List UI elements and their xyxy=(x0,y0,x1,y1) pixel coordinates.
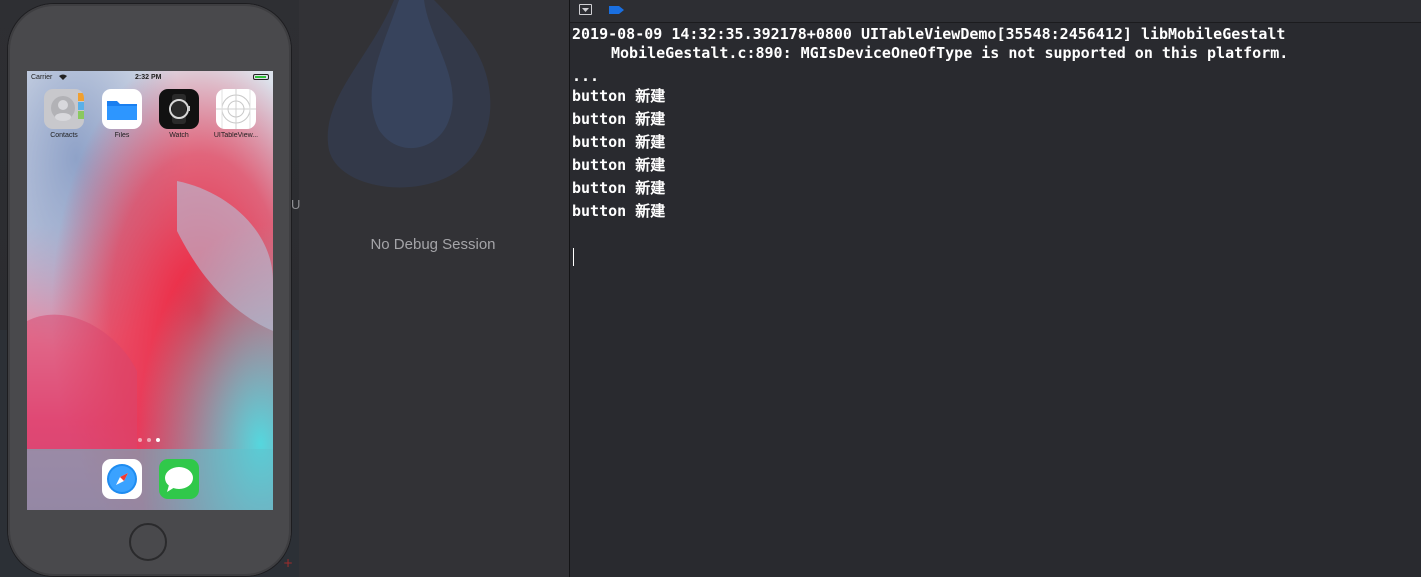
app-files[interactable]: Files xyxy=(102,89,142,139)
log-line: button 新建 xyxy=(572,87,666,105)
log-line: button 新建 xyxy=(572,179,666,197)
app-label: UITableView... xyxy=(213,132,259,139)
breakpoint-icon[interactable] xyxy=(609,4,625,16)
log-line: button 新建 xyxy=(572,202,666,220)
status-bar: Carrier 2:32 PM xyxy=(27,71,273,85)
hide-variables-button[interactable] xyxy=(579,4,592,15)
no-debug-session-label: No Debug Session xyxy=(370,236,496,253)
page-dot xyxy=(138,438,142,442)
log-line: button 新建 xyxy=(572,133,666,151)
battery-icon xyxy=(253,74,269,80)
device-screen[interactable]: Carrier 2:32 PM Contacts Files Watch UIT… xyxy=(27,71,273,510)
page-indicator xyxy=(134,438,174,444)
log-line: ... xyxy=(572,67,600,85)
contacts-icon xyxy=(44,89,84,129)
home-button[interactable] xyxy=(129,523,167,561)
files-icon xyxy=(102,89,142,129)
dock xyxy=(27,449,273,510)
status-time: 2:32 PM xyxy=(135,74,162,81)
app-label: Contacts xyxy=(50,132,78,139)
watch-icon xyxy=(159,89,199,129)
app-label: Watch xyxy=(169,132,189,139)
app-watch[interactable]: Watch xyxy=(159,89,199,139)
messages-icon[interactable] xyxy=(159,459,199,499)
uitableview-app-icon xyxy=(216,89,256,129)
iphone-simulator: Carrier 2:32 PM Contacts Files Watch UIT… xyxy=(8,4,291,576)
chevron-down-icon xyxy=(582,8,589,12)
log-line: MobileGestalt.c:890: MGIsDeviceOneOfType… xyxy=(611,44,1289,62)
page-dot-active xyxy=(156,438,160,442)
console-pane[interactable]: 2019-08-09 14:32:35.392178+0800 UITableV… xyxy=(570,0,1421,577)
debug-variables-pane: No Debug Session xyxy=(299,0,569,577)
page-dot xyxy=(147,438,151,442)
log-line: button 新建 xyxy=(572,156,666,174)
sidebar-fragment: U xyxy=(291,197,301,212)
app-uitableviewdemo[interactable]: UITableView... xyxy=(214,89,258,139)
console-output[interactable]: 2019-08-09 14:32:35.392178+0800 UITableV… xyxy=(572,25,1412,266)
log-line: 2019-08-09 14:32:35.392178+0800 UITableV… xyxy=(572,25,1286,43)
app-label: Files xyxy=(114,132,130,139)
log-line: button 新建 xyxy=(572,110,666,128)
wifi-icon xyxy=(59,74,67,80)
text-cursor xyxy=(573,248,574,266)
add-icon[interactable]: + xyxy=(283,556,293,570)
console-toolbar xyxy=(570,0,1421,23)
app-contacts[interactable]: Contacts xyxy=(44,89,84,139)
carrier-label: Carrier xyxy=(31,74,53,81)
debug-watermark xyxy=(327,0,491,188)
safari-icon[interactable] xyxy=(102,459,142,499)
